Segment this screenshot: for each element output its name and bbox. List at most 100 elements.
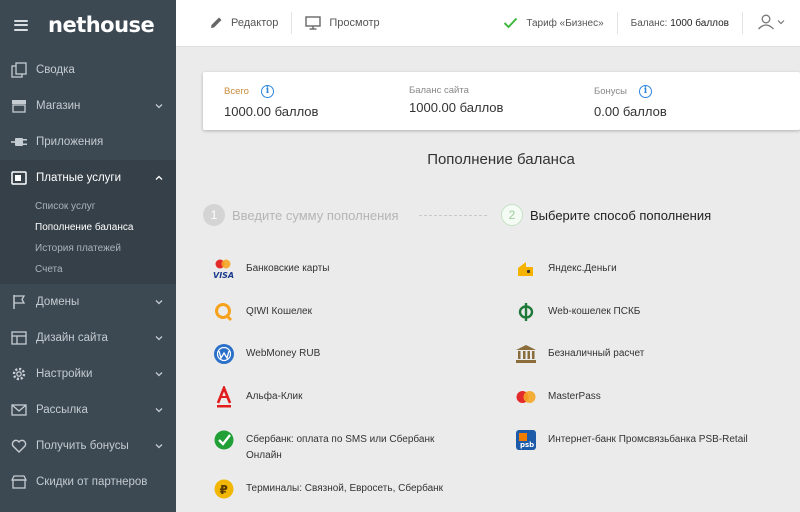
editor-button[interactable]: Редактор	[176, 0, 291, 47]
info-icon[interactable]: i	[260, 85, 274, 98]
step-choose-method: 2 Выберите способ пополнения	[501, 204, 711, 226]
submenu-paid-services: Список услуг Пополнение баланса История …	[0, 196, 176, 284]
submenu-item-services-list[interactable]: Список услуг	[0, 196, 176, 217]
wallet-icon	[10, 170, 28, 186]
webmoney-icon	[212, 342, 236, 366]
payment-webmoney[interactable]: WebMoney RUB	[212, 342, 320, 366]
payment-alfa-click[interactable]: Альфа-Клик	[212, 385, 302, 409]
step-label: Введите сумму пополнения	[232, 207, 399, 223]
sidebar-menu: Сводка Магазин Приложения Платные услуги…	[0, 52, 176, 500]
sidebar-item-label: Магазин	[36, 100, 81, 112]
bank-building-icon	[514, 342, 538, 366]
pencil-icon	[209, 16, 223, 30]
user-menu-button[interactable]	[743, 0, 800, 47]
sidebar-item-label: Скидки от партнеров	[36, 476, 148, 488]
sidebar-item-label: Дизайн сайта	[36, 332, 108, 344]
step-connector	[419, 215, 487, 216]
check-icon	[503, 17, 518, 29]
payment-label: Банковские карты	[246, 263, 330, 274]
payment-bank-transfer[interactable]: Безналичный расчет	[514, 342, 644, 366]
payment-sberbank[interactable]: Сбербанк: оплата по SMS или Сбербанк Онл…	[212, 428, 456, 464]
brand: nethouse	[0, 0, 176, 50]
payment-terminals[interactable]: ₽ Терминалы: Связной, Евросеть, Сбербанк	[212, 477, 443, 501]
heart-icon	[10, 438, 28, 454]
payment-label: Интернет-банк Промсвязьбанка PSB-Retail	[548, 434, 748, 445]
topbar: Редактор Просмотр Тариф «Бизнес» Баланс:…	[176, 0, 800, 47]
sidebar-item-design[interactable]: Дизайн сайта	[0, 320, 176, 356]
payment-masterpass[interactable]: MasterPass	[514, 385, 601, 409]
payment-label: Безналичный расчет	[548, 348, 645, 359]
sidebar-item-settings[interactable]: Настройки	[0, 356, 176, 392]
payment-yandex-money[interactable]: Яндекс.Деньги	[514, 257, 617, 281]
submenu-item-invoices[interactable]: Счета	[0, 259, 176, 280]
payment-label: Альфа-Клик	[246, 391, 303, 402]
sidebar-item-label: Платные услуги	[36, 172, 122, 184]
svg-text:psb: psb	[520, 441, 534, 449]
sidebar-item-mailing[interactable]: Рассылка	[0, 392, 176, 428]
step-enter-amount[interactable]: 1 Введите сумму пополнения	[203, 204, 399, 226]
copy-icon	[10, 62, 28, 78]
sidebar-item-summary[interactable]: Сводка	[0, 52, 176, 88]
chevron-up-icon	[155, 175, 163, 180]
total-value: 1000.00 баллов	[224, 104, 319, 119]
editor-label: Редактор	[231, 17, 279, 29]
payment-label: Web-кошелек ПСКБ	[548, 306, 641, 317]
payment-label: MasterPass	[548, 391, 601, 402]
psb-retail-icon: psb	[514, 428, 538, 452]
preview-button[interactable]: Просмотр	[292, 0, 380, 47]
submenu-item-top-up[interactable]: Пополнение баланса	[0, 217, 176, 238]
payment-label: Сбербанк: оплата по SMS или Сбербанк Онл…	[246, 434, 435, 461]
balance-indicator[interactable]: Баланс: 1000 баллов	[618, 0, 742, 47]
site-caption: Баланс сайта	[409, 85, 469, 96]
visa-mastercard-icon: VISA	[212, 257, 236, 281]
step-number: 2	[501, 204, 523, 226]
gear-icon	[10, 366, 28, 382]
info-icon[interactable]: i	[639, 85, 652, 98]
chevron-down-icon	[155, 372, 163, 377]
sidebar-item-label: Сводка	[36, 64, 75, 76]
total-caption: Всего	[224, 86, 249, 97]
tariff-label: Тариф «Бизнес»	[526, 17, 604, 29]
payment-psb-retail[interactable]: psb Интернет-банк Промсвязьбанка PSB-Ret…	[514, 428, 748, 452]
payment-bank-cards[interactable]: VISA Банковские карты	[212, 257, 329, 281]
tariff-link[interactable]: Тариф «Бизнес»	[503, 0, 616, 47]
flag-icon	[10, 294, 28, 310]
svg-text:₽: ₽	[220, 483, 228, 497]
payment-label: Яндекс.Деньги	[548, 263, 617, 274]
sidebar-item-paid-services[interactable]: Платные услуги	[0, 160, 176, 196]
submenu-item-payment-history[interactable]: История платежей	[0, 238, 176, 259]
sidebar-item-label: Рассылка	[36, 404, 88, 416]
page-title: Пополнение баланса	[427, 151, 575, 168]
step-label: Выберите способ пополнения	[530, 207, 712, 223]
logo[interactable]: nethouse	[48, 13, 155, 37]
hamburger-menu-icon[interactable]	[14, 19, 28, 31]
balance-value: 1000 баллов	[670, 17, 729, 29]
masterpass-icon	[514, 385, 538, 409]
sidebar-item-apps[interactable]: Приложения	[0, 124, 176, 160]
chevron-down-icon	[155, 336, 163, 341]
sidebar-item-label: Получить бонусы	[36, 440, 129, 452]
chevron-down-icon	[155, 300, 163, 305]
balance-card: Всего i 1000.00 баллов Баланс сайта 1000.…	[203, 72, 800, 130]
layout-icon	[10, 330, 28, 346]
payment-qiwi[interactable]: QIWI Кошелек	[212, 300, 312, 324]
svg-text:VISA: VISA	[213, 271, 234, 280]
alfa-bank-icon	[212, 385, 236, 409]
sidebar-group-paid: Платные услуги Список услуг Пополнение б…	[0, 160, 176, 284]
balance-label: Баланс:	[630, 17, 668, 29]
topbar-right: Тариф «Бизнес» Баланс: 1000 баллов	[503, 0, 800, 47]
sidebar-item-label: Приложения	[36, 136, 104, 148]
pskb-icon	[514, 300, 538, 324]
store-icon	[10, 474, 28, 490]
sidebar-item-partner-discounts[interactable]: Скидки от партнеров	[0, 464, 176, 500]
chevron-down-icon	[155, 104, 163, 109]
bonus-caption: Бонусы	[594, 86, 627, 97]
sidebar-item-domains[interactable]: Домены	[0, 284, 176, 320]
sidebar-item-bonuses[interactable]: Получить бонусы	[0, 428, 176, 464]
site-balance: Баланс сайта 1000.00 баллов	[409, 85, 503, 115]
sidebar-item-shop[interactable]: Магазин	[0, 88, 176, 124]
payment-pskb-wallet[interactable]: Web-кошелек ПСКБ	[514, 300, 640, 324]
bonus-balance: Бонусы i 0.00 баллов	[594, 85, 667, 119]
sidebar-item-label: Домены	[36, 296, 80, 308]
chevron-down-icon	[777, 17, 785, 29]
